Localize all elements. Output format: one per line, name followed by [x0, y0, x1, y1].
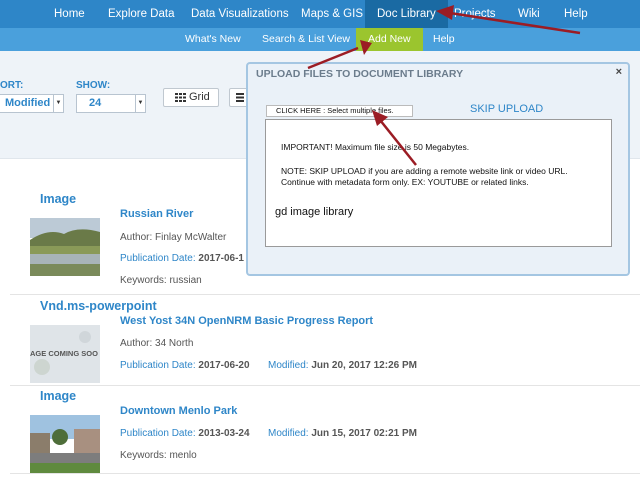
result-modified: Modified: Jun 20, 2017 12:26 PM	[268, 360, 417, 371]
skip-upload-link[interactable]: SKIP UPLOAD	[470, 103, 543, 115]
close-icon[interactable]: ×	[616, 66, 622, 78]
pubdate-label: Publication Date:	[120, 428, 196, 439]
result-modified: Modified: Jun 15, 2017 02:21 PM	[268, 428, 417, 439]
sort-select[interactable]: Modified ▼	[0, 94, 64, 113]
keywords-label: Keywords:	[120, 275, 167, 286]
subnav-help[interactable]: Help	[433, 28, 455, 51]
result-title-link[interactable]: Downtown Menlo Park	[120, 405, 237, 417]
subnav-search-list-view[interactable]: Search & List View	[262, 28, 350, 51]
sort-value: Modified	[5, 97, 51, 109]
result-keywords: Keywords: russian	[120, 275, 202, 286]
pubdate-value: 2013-03-24	[198, 428, 250, 439]
pubdate-label: Publication Date:	[120, 360, 196, 371]
modified-label: Modified:	[268, 360, 309, 371]
important-note: IMPORTANT! Maximum file size is 50 Megab…	[281, 142, 470, 152]
result-type-heading: Image	[40, 192, 77, 206]
pubdate-value: 2017-06-20	[198, 360, 250, 371]
result-author: Author: Finlay McWalter	[120, 232, 226, 243]
thumb-placeholder-text: AGE COMING SOO	[30, 349, 98, 358]
sub-nav: What's New Search & List View Add New He…	[0, 28, 640, 51]
chevron-down-icon: ▼	[135, 95, 145, 112]
nav-maps-gis[interactable]: Maps & GIS	[301, 0, 363, 28]
result-thumbnail[interactable]	[30, 218, 100, 276]
skip-note-line1: NOTE: SKIP UPLOAD if you are adding a re…	[281, 166, 568, 176]
nav-projects[interactable]: Projects	[454, 0, 496, 28]
skip-note-line2: Continue with metadata form only. EX: YO…	[281, 177, 529, 187]
chevron-down-icon: ▼	[53, 95, 63, 112]
result-type-heading: Vnd.ms-powerpoint	[40, 299, 157, 313]
show-value: 24	[89, 97, 102, 109]
result-divider	[10, 294, 640, 295]
result-pubdate: Publication Date: 2013-03-24	[120, 428, 250, 439]
show-label: SHOW:	[76, 80, 111, 91]
select-files-button[interactable]: CLICK HERE : Select multiple files.	[266, 105, 413, 117]
author-value: Finlay McWalter	[155, 232, 227, 243]
result-thumbnail[interactable]	[30, 415, 100, 473]
result-title-link[interactable]: Russian River	[120, 208, 193, 220]
result-pubdate: Publication Date: 2017-06-1	[120, 253, 244, 264]
keywords-label: Keywords:	[120, 450, 167, 461]
modified-value: Jun 20, 2017 12:26 PM	[311, 360, 417, 371]
subnav-whats-new[interactable]: What's New	[185, 28, 241, 51]
nav-explore-data[interactable]: Explore Data	[108, 0, 174, 28]
show-select[interactable]: 24 ▼	[76, 94, 146, 113]
river-landscape-image	[30, 218, 100, 276]
result-keywords: Keywords: menlo	[120, 450, 197, 461]
result-author: Author: 34 North	[120, 338, 193, 349]
street-scene-image	[30, 415, 100, 473]
subnav-add-new[interactable]: Add New	[356, 28, 423, 51]
nav-data-visualizations[interactable]: Data Visualizations	[191, 0, 289, 28]
grid-icon	[175, 93, 186, 102]
nav-home[interactable]: Home	[54, 0, 85, 28]
sort-label: ORT:	[0, 80, 24, 91]
pubdate-value: 2017-06-1	[198, 253, 244, 264]
library-name: gd image library	[275, 206, 354, 218]
author-label: Author:	[120, 232, 153, 243]
modal-title: UPLOAD FILES TO DOCUMENT LIBRARY	[256, 68, 464, 80]
keywords-value: russian	[169, 275, 202, 286]
grid-label: Grid	[189, 91, 210, 103]
list-icon	[236, 93, 244, 102]
result-type-heading: Image	[40, 389, 77, 403]
result-divider	[10, 385, 640, 386]
result-thumbnail[interactable]: AGE COMING SOO	[30, 325, 100, 383]
result-pubdate: Publication Date: 2017-06-20	[120, 360, 250, 371]
modified-value: Jun 15, 2017 02:21 PM	[311, 428, 417, 439]
upload-modal: UPLOAD FILES TO DOCUMENT LIBRARY × CLICK…	[246, 62, 630, 276]
author-value: 34 North	[155, 338, 194, 349]
nav-doc-library[interactable]: Doc Library	[365, 0, 448, 28]
modified-label: Modified:	[268, 428, 309, 439]
keywords-value: menlo	[169, 450, 197, 461]
upload-drop-area[interactable]: IMPORTANT! Maximum file size is 50 Megab…	[265, 119, 612, 247]
result-title-link[interactable]: West Yost 34N OpenNRM Basic Progress Rep…	[120, 315, 373, 327]
pubdate-label: Publication Date:	[120, 253, 196, 264]
top-nav: Home Explore Data Data Visualizations Ma…	[0, 0, 640, 28]
nav-help[interactable]: Help	[564, 0, 588, 28]
author-label: Author:	[120, 338, 153, 349]
result-divider	[10, 473, 640, 474]
nav-wiki[interactable]: Wiki	[518, 0, 540, 28]
grid-view-button[interactable]: Grid	[163, 88, 219, 107]
